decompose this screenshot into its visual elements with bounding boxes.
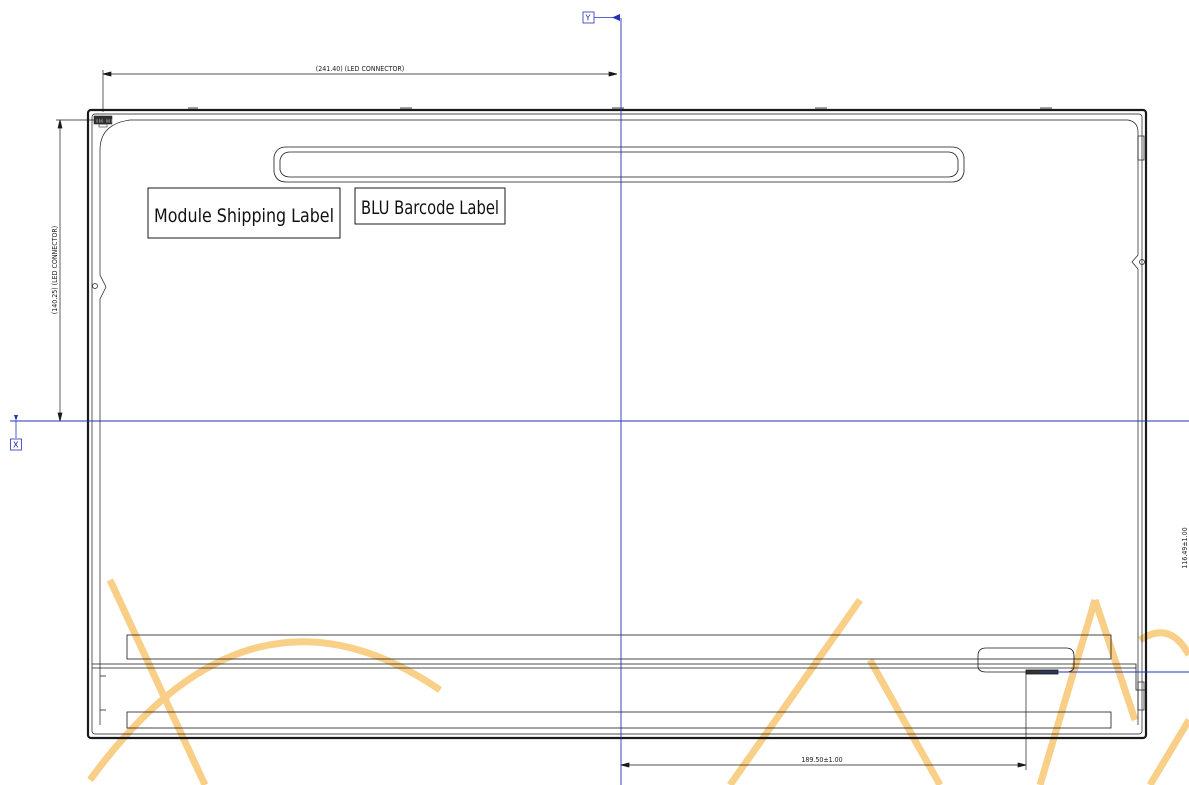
y-axis-tag: Y (582, 11, 620, 24)
center-axes (10, 18, 1189, 785)
blu-barcode-label-box: BLU Barcode Label (354, 187, 506, 225)
dim-bottom-offset: 189.50±1.00 (620, 672, 1027, 770)
dim-right-offset: 116.49±1.00 (1181, 527, 1189, 568)
module-shipping-label-text: Module Shipping Label (154, 205, 334, 227)
blu-barcode-label-text: BLU Barcode Label (361, 197, 499, 219)
dim-led-connector-horizontal-text: (241.40) (LED CONNECTOR) (316, 65, 405, 73)
svg-text:X: X (13, 441, 19, 450)
led-connector-text: ▯▯▯ ▯▯▯ (96, 118, 113, 123)
dim-bottom-offset-text: 189.50±1.00 (801, 756, 842, 764)
module-shipping-label-box: Module Shipping Label (147, 187, 341, 239)
dim-led-connector-vertical-text: (140.25) (LED CONNECTOR) (51, 226, 59, 315)
top-slot (273, 146, 965, 183)
dim-right-offset-text: 116.49±1.00 (1181, 527, 1189, 568)
svg-text:Y: Y (585, 14, 591, 23)
technical-drawing: ▯▯▯ ▯▯▯ Module Shipping Label BLU Barcod… (10, 11, 1189, 785)
x-axis-tag: X (10, 415, 22, 451)
led-connector: ▯▯▯ ▯▯▯ (93, 115, 113, 128)
watermark (87, 578, 1189, 785)
dim-led-connector-horizontal: (241.40) (LED CONNECTOR) (102, 65, 618, 112)
